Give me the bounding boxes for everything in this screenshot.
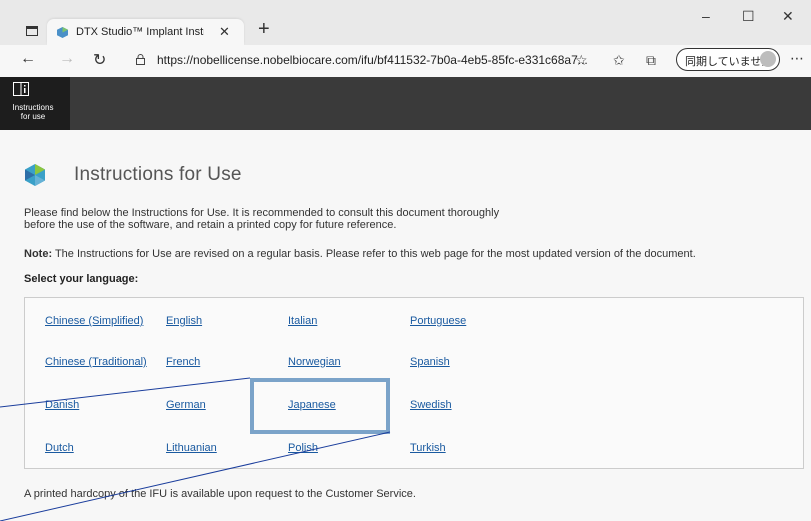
main-content: Instructions for Use Please find below t… (0, 130, 811, 521)
lang-link-chinese-traditional[interactable]: Chinese (Traditional) (45, 356, 147, 368)
instructions-for-use-label: Instructions for use (3, 103, 63, 121)
lang-link-dutch[interactable]: Dutch (45, 442, 74, 454)
app-bar: Instructions for use (0, 77, 811, 130)
ifu-label-line2: for use (20, 112, 46, 121)
intro-line2: before the use of the software, and reta… (24, 219, 397, 231)
address-bar[interactable]: https://nobellicense.nobelbiocare.com/if… (157, 53, 588, 67)
language-list: Chinese (Simplified) Chinese (Traditiona… (24, 297, 804, 469)
window-menu-icon[interactable] (26, 26, 38, 36)
address-toolbar: ← → ↻ https://nobellicense.nobelbiocare.… (0, 45, 811, 76)
browser-window: DTX Studio™ Implant Instruction ✕ + – ☐ … (0, 0, 811, 521)
intro-paragraph: Please find below the Instructions for U… (24, 207, 644, 231)
forward-arrow-icon[interactable]: → (59, 50, 75, 68)
maximize-button[interactable]: ☐ (742, 8, 755, 25)
close-window-button[interactable]: ✕ (782, 8, 794, 25)
profile-sync-button[interactable]: 同期していません (676, 48, 780, 71)
tab-strip: DTX Studio™ Implant Instruction ✕ + – ☐ … (0, 0, 811, 45)
lang-link-swedish[interactable]: Swedish (410, 399, 452, 411)
favorite-star-icon[interactable]: ☆ (575, 52, 588, 69)
minimize-button[interactable]: – (702, 8, 710, 24)
select-language-heading: Select your language: (24, 273, 139, 285)
lang-link-german[interactable]: German (166, 399, 206, 411)
lang-link-french[interactable]: French (166, 356, 200, 368)
note-text: The Instructions for Use are revised on … (52, 248, 696, 260)
lang-link-lithuanian[interactable]: Lithuanian (166, 442, 217, 454)
tab-favicon-icon (57, 27, 68, 38)
lang-link-turkish[interactable]: Turkish (410, 442, 446, 454)
lang-link-italian[interactable]: Italian (288, 315, 317, 327)
lang-link-spanish[interactable]: Spanish (410, 356, 450, 368)
tab-title: DTX Studio™ Implant Instruction (76, 26, 204, 38)
book-info-icon (13, 82, 29, 96)
lang-link-norwegian[interactable]: Norwegian (288, 356, 341, 368)
note-paragraph: Note: The Instructions for Use are revis… (24, 248, 804, 260)
lang-link-portuguese[interactable]: Portuguese (410, 315, 466, 327)
lang-link-danish[interactable]: Danish (45, 399, 79, 411)
hardcopy-notice: A printed hardcopy of the IFU is availab… (24, 488, 416, 500)
note-label: Note: (24, 248, 53, 260)
tab-close-icon[interactable]: ✕ (219, 24, 230, 40)
favorites-list-icon[interactable]: ✩ (613, 52, 625, 69)
more-menu-icon[interactable]: ⋯ (790, 50, 804, 67)
new-tab-icon[interactable]: + (258, 18, 270, 41)
page-title: Instructions for Use (74, 164, 242, 185)
lang-link-polish[interactable]: Polish (288, 442, 318, 454)
intro-line1: Please find below the Instructions for U… (24, 207, 500, 219)
lock-icon[interactable] (136, 54, 145, 65)
browser-tab[interactable]: DTX Studio™ Implant Instruction ✕ (47, 19, 244, 45)
avatar-icon (760, 51, 776, 67)
sync-status-label: 同期していません (685, 56, 773, 68)
japanese-highlight-box (250, 378, 390, 434)
dtx-logo-icon (25, 164, 45, 186)
ifu-label-line1: Instructions (12, 103, 54, 112)
lang-link-english[interactable]: English (166, 315, 202, 327)
instructions-for-use-button[interactable]: Instructions for use (0, 77, 70, 130)
lang-link-chinese-simplified[interactable]: Chinese (Simplified) (45, 315, 143, 327)
collections-icon[interactable]: ⧉ (646, 52, 656, 69)
refresh-icon[interactable]: ↻ (93, 50, 106, 70)
back-arrow-icon[interactable]: ← (20, 50, 36, 68)
